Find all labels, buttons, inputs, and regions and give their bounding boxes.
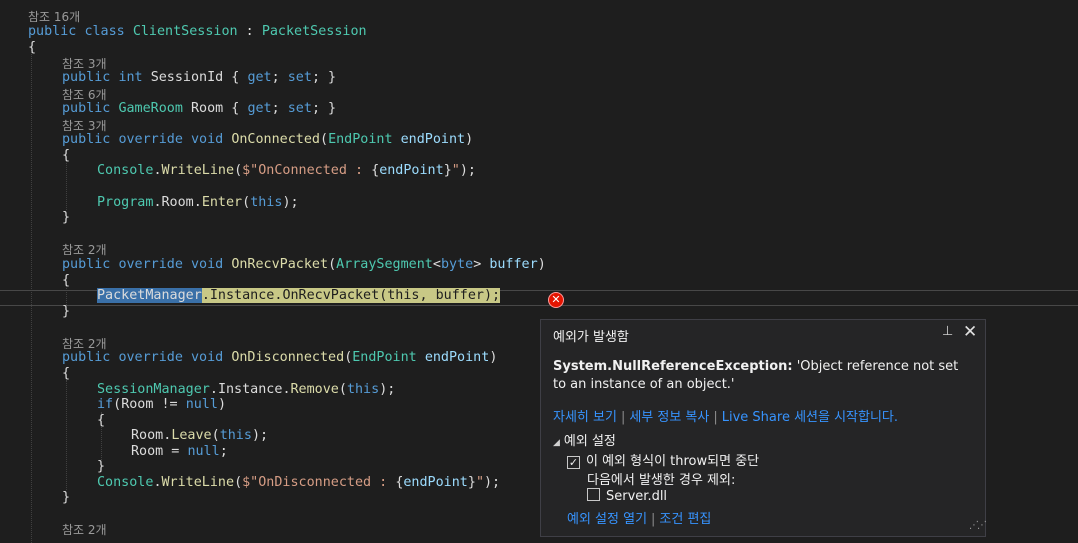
code-line: public int SessionId { get; set; }: [62, 70, 337, 85]
current-statement: PacketManager.Instance.OnRecvPacket(this…: [97, 288, 501, 303]
server-dll-checkbox[interactable]: [587, 488, 600, 501]
edit-conditions-link[interactable]: 조건 편집: [659, 512, 711, 527]
code-line: Room = null;: [131, 444, 228, 459]
action-links: 자세히 보기 | 세부 정보 복사 | Live Share 세션을 시작합니다.: [553, 410, 899, 425]
indent-guide: [66, 380, 67, 490]
view-details-link[interactable]: 자세히 보기: [553, 410, 617, 425]
code-line: }: [62, 210, 71, 225]
code-line: Program.Room.Enter(this);: [97, 195, 299, 210]
codelens-references[interactable]: 참조 16개: [28, 9, 80, 25]
indent-guide: [66, 160, 67, 210]
code-line: Room.Leave(this);: [131, 428, 269, 443]
exception-type: System.NullReferenceException:: [553, 359, 793, 374]
code-line: public override void OnDisconnected(EndP…: [62, 350, 498, 365]
resize-grip-icon[interactable]: ⋰⋰: [969, 520, 987, 531]
popup-title: 예외가 발생함: [553, 330, 629, 345]
break-option[interactable]: ✓ 이 예외 형식이 throw되면 중단: [567, 450, 759, 469]
code-line: public override void OnConnected(EndPoin…: [62, 132, 474, 147]
code-line: public override void OnRecvPacket(ArrayS…: [62, 257, 546, 272]
code-line: Console.WriteLine($"OnConnected : {endPo…: [97, 163, 476, 178]
collapse-triangle-icon[interactable]: ◢: [553, 438, 560, 448]
exception-helper-popup: 예외가 발생함 ⊥ ✕ System.NullReferenceExceptio…: [540, 319, 987, 537]
code-line: {: [62, 273, 71, 288]
pin-icon[interactable]: ⊥: [942, 324, 953, 339]
code-line: {: [97, 413, 106, 428]
copy-details-link[interactable]: 세부 정보 복사: [629, 410, 709, 425]
close-icon[interactable]: ✕: [963, 322, 977, 342]
break-checkbox[interactable]: ✓: [567, 456, 580, 469]
exception-settings-header[interactable]: ◢ 예외 설정: [553, 430, 616, 449]
open-exception-settings-link[interactable]: 예외 설정 열기: [567, 512, 647, 527]
except-label: 다음에서 발생한 경우 제외:: [587, 473, 736, 488]
code-line: SessionManager.Instance.Remove(this);: [97, 382, 396, 397]
code-line: }: [62, 304, 71, 319]
code-line: {: [62, 148, 71, 163]
live-share-link[interactable]: Live Share 세션을 시작합니다.: [722, 410, 898, 425]
server-dll-option[interactable]: Server.dll: [587, 488, 667, 504]
footer-links: 예외 설정 열기 | 조건 편집: [567, 512, 712, 527]
code-line: public GameRoom Room { get; set; }: [62, 101, 337, 116]
exception-message: System.NullReferenceException: 'Object r…: [553, 358, 969, 394]
code-line: if(Room != null): [97, 397, 226, 412]
code-line: }: [62, 490, 71, 505]
code-line: }: [97, 459, 106, 474]
code-line: public class ClientSession : PacketSessi…: [28, 24, 367, 39]
code-line: {: [62, 366, 71, 381]
error-icon[interactable]: ✕: [548, 292, 564, 308]
codelens-references[interactable]: 참조 2개: [62, 522, 107, 538]
codelens-references[interactable]: 참조 2개: [62, 242, 107, 258]
code-line: Console.WriteLine($"OnDisconnected : {en…: [97, 475, 501, 490]
code-line: {: [28, 40, 37, 55]
